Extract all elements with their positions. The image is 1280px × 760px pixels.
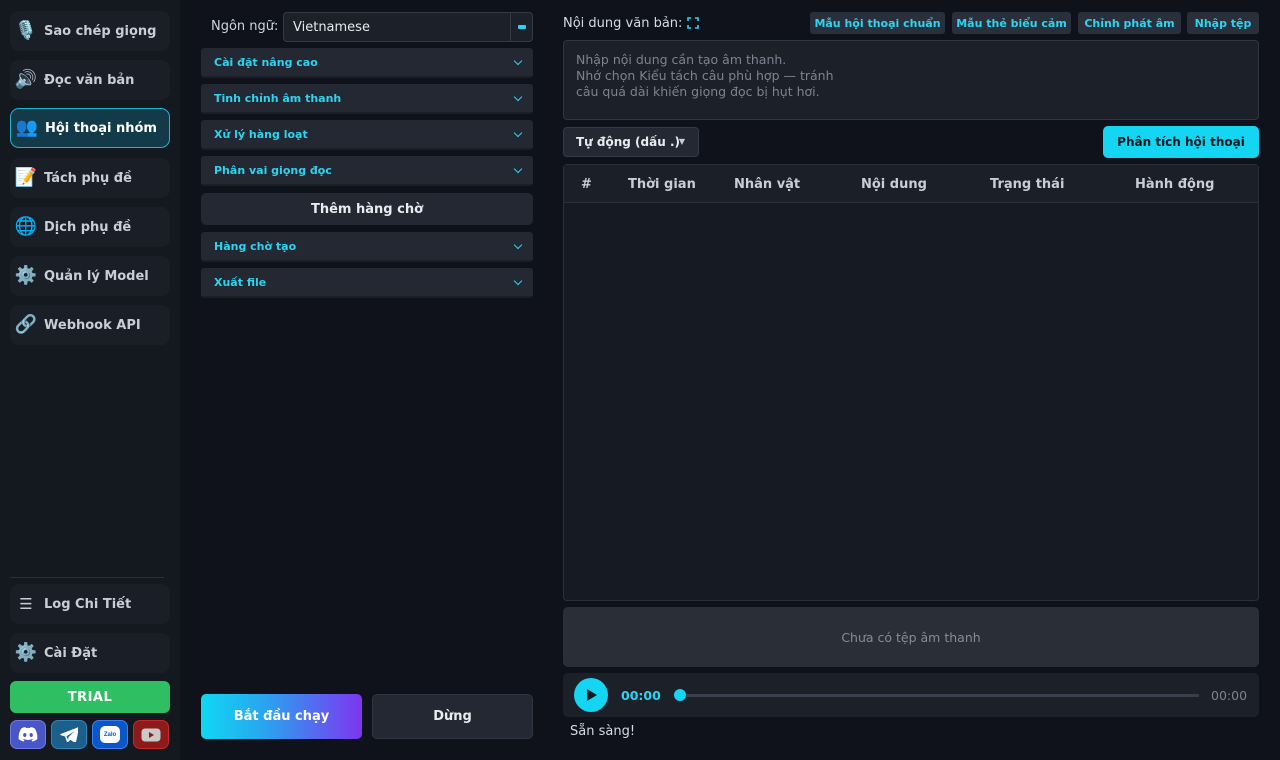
section-batch-processing[interactable]: Xử lý hàng loạt — [201, 120, 533, 150]
caret-down-icon: ▼ — [678, 137, 685, 146]
discord-icon — [18, 727, 38, 742]
chevron-down-icon — [513, 240, 523, 249]
column-header-content[interactable]: Nội dung — [861, 177, 927, 192]
social-links: Zalo — [10, 720, 169, 749]
youtube-icon — [141, 728, 161, 741]
sidebar-item-model-manager[interactable]: ⚙️ Quản lý Model — [10, 256, 170, 296]
users-icon: 👥 — [15, 117, 39, 138]
link-icon: 🔗 — [14, 314, 38, 335]
sidebar-item-label: Sao chép giọng — [44, 23, 157, 39]
chevron-down-icon — [513, 276, 523, 285]
globe-icon: 🌐 — [14, 216, 38, 237]
zalo-button[interactable]: Zalo — [92, 720, 128, 749]
language-value: Vietnamese — [293, 19, 370, 35]
sidebar-item-label: Tách phụ đề — [44, 170, 132, 186]
microphone-icon: 🎙️ — [14, 20, 38, 41]
section-export-file[interactable]: Xuất file — [201, 268, 533, 298]
sidebar-item-label: Dịch phụ đề — [44, 219, 132, 235]
sidebar-item-translate-subtitles[interactable]: 🌐 Dịch phụ đề — [10, 207, 170, 247]
split-mode-value: Tự động (dấu .) — [576, 135, 680, 149]
section-label: Tinh chỉnh âm thanh — [214, 91, 342, 105]
current-time: 00:00 — [621, 688, 661, 703]
youtube-button[interactable] — [133, 720, 169, 749]
sidebar-item-read-text[interactable]: 🔊 Đọc văn bản — [10, 60, 170, 100]
no-audio-text: Chưa có tệp âm thanh — [841, 629, 981, 645]
telegram-icon — [60, 727, 78, 742]
discord-button[interactable] — [10, 720, 46, 749]
column-header-action[interactable]: Hành động — [1135, 177, 1215, 192]
table-header: # Thời gian Nhân vật Nội dung Trạng thái… — [564, 165, 1258, 203]
sidebar-item-label: Hội thoại nhóm — [45, 120, 157, 136]
content-textarea[interactable]: Nhập nội dung cần tạo âm thanh. Nhớ chọn… — [563, 40, 1259, 120]
zalo-icon: Zalo — [100, 726, 120, 743]
section-label: Xử lý hàng loạt — [214, 127, 308, 141]
section-label: Phân vai giọng đọc — [214, 163, 332, 177]
audio-player: 00:00 00:00 — [563, 673, 1259, 717]
collapse-icon — [517, 25, 526, 29]
add-queue-button[interactable]: Thêm hàng chờ — [201, 193, 533, 225]
gear-icon: ⚙️ — [14, 642, 38, 663]
start-button[interactable]: Bắt đầu chạy — [201, 694, 362, 739]
column-header-index[interactable]: # — [581, 177, 592, 192]
section-advanced-settings[interactable]: Cài đặt nâng cao — [201, 48, 533, 78]
seek-thumb[interactable] — [674, 689, 686, 701]
list-icon: ☰ — [19, 594, 33, 613]
chevron-down-icon — [513, 128, 523, 137]
sidebar: 🎙️ Sao chép giọng 🔊 Đọc văn bản 👥 Hội th… — [0, 0, 180, 760]
sidebar-item-settings[interactable]: ⚙️ Cài Đặt — [10, 633, 170, 673]
analyze-dialogue-button[interactable]: Phân tích hội thoại — [1103, 126, 1259, 158]
stop-button[interactable]: Dừng — [372, 694, 533, 739]
column-header-time[interactable]: Thời gian — [628, 177, 696, 192]
content-label: Nội dung văn bản: — [563, 16, 683, 31]
play-button[interactable] — [574, 678, 608, 712]
seek-bar[interactable] — [680, 694, 1199, 697]
sidebar-item-label: Log Chi Tiết — [44, 596, 132, 612]
sidebar-item-extract-subtitles[interactable]: 📝 Tách phụ đề — [10, 158, 170, 198]
total-time: 00:00 — [1211, 688, 1248, 703]
trial-button[interactable]: TRIAL — [10, 681, 170, 713]
sidebar-item-group-dialogue[interactable]: 👥 Hội thoại nhóm — [10, 108, 170, 148]
sidebar-item-label: Đọc văn bản — [44, 72, 135, 88]
pronunciation-button[interactable]: Chỉnh phát âm — [1078, 12, 1181, 34]
chevron-down-icon — [513, 56, 523, 65]
sidebar-item-label: Quản lý Model — [44, 268, 149, 284]
sidebar-item-voice-clone[interactable]: 🎙️ Sao chép giọng — [10, 11, 170, 51]
sidebar-item-detailed-log[interactable]: ☰ Log Chi Tiết — [10, 584, 170, 624]
language-toggle[interactable] — [510, 13, 532, 41]
section-label: Xuất file — [214, 275, 267, 289]
sidebar-item-label: Cài Đặt — [44, 645, 98, 661]
section-voice-roles[interactable]: Phân vai giọng đọc — [201, 156, 533, 186]
play-icon — [586, 689, 597, 701]
sentence-split-select[interactable]: Tự động (dấu .) ▼ — [563, 127, 699, 157]
language-label: Ngôn ngữ: — [211, 19, 279, 34]
status-text: Sẵn sàng! — [570, 724, 636, 739]
gear-icon: ⚙️ — [14, 265, 38, 286]
expand-icon[interactable] — [687, 17, 699, 29]
section-label: Cài đặt nâng cao — [214, 55, 318, 69]
dialogue-template-button[interactable]: Mẫu hội thoại chuẩn — [810, 12, 945, 34]
column-header-character[interactable]: Nhân vật — [734, 177, 800, 192]
sidebar-item-webhook-api[interactable]: 🔗 Webhook API — [10, 305, 170, 345]
section-audio-tuning[interactable]: Tinh chỉnh âm thanh — [201, 84, 533, 114]
sidebar-divider — [10, 577, 164, 578]
column-header-status[interactable]: Trạng thái — [990, 177, 1064, 192]
emotion-tag-template-button[interactable]: Mẫu thẻ biểu cảm — [952, 12, 1071, 34]
speaker-icon: 🔊 — [14, 69, 38, 90]
zalo-icon-text: Zalo — [103, 731, 117, 738]
telegram-button[interactable] — [51, 720, 87, 749]
memo-icon: 📝 — [14, 167, 38, 188]
section-generation-queue[interactable]: Hàng chờ tạo — [201, 232, 533, 262]
audio-file-area[interactable]: Chưa có tệp âm thanh — [563, 607, 1259, 667]
section-label: Hàng chờ tạo — [214, 239, 297, 253]
language-select[interactable]: Vietnamese — [283, 12, 533, 42]
import-file-button[interactable]: Nhập tệp — [1187, 12, 1259, 34]
dialogue-table: # Thời gian Nhân vật Nội dung Trạng thái… — [563, 164, 1259, 601]
chevron-down-icon — [513, 164, 523, 173]
chevron-down-icon — [513, 92, 523, 101]
sidebar-item-label: Webhook API — [44, 317, 141, 333]
